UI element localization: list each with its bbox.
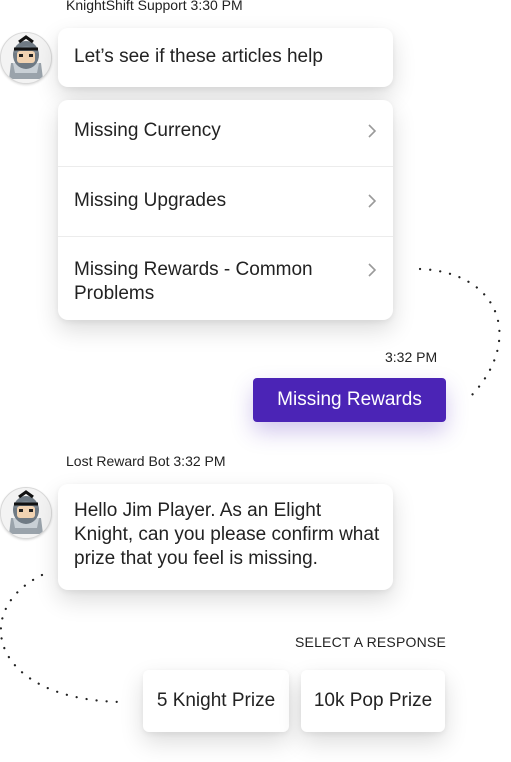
article-link-missing-currency[interactable]: Missing Currency <box>58 119 393 143</box>
articles-card: Missing Currency Missing Upgrades Missin… <box>58 100 393 320</box>
message-header-bot: Lost Reward Bot 3:32 PM <box>66 453 226 469</box>
message-time: 3:30 PM <box>190 0 243 13</box>
knight-avatar-icon <box>0 487 52 539</box>
support-message-text: Let’s see if these articles help <box>74 46 323 67</box>
article-divider <box>58 236 393 237</box>
message-header-support: KnightShift Support 3:30 PM <box>66 0 243 13</box>
article-label: Missing Currency <box>74 120 221 141</box>
message-time: 3:32 PM <box>173 453 226 469</box>
response-option-label: 5 Knight Prize <box>156 690 276 711</box>
response-option-10k-pop-prize[interactable]: 10k Pop Prize <box>301 670 445 732</box>
article-label: Missing Upgrades <box>74 190 227 211</box>
article-link-missing-rewards[interactable]: Missing Rewards - Common Problems <box>58 258 393 306</box>
sender-name: KnightShift Support <box>66 0 187 13</box>
user-message-text: Missing Rewards <box>277 389 422 410</box>
user-message-bubble: Missing Rewards <box>253 378 446 422</box>
article-link-missing-upgrades[interactable]: Missing Upgrades <box>58 189 393 213</box>
chevron-right-icon <box>368 263 377 277</box>
knight-avatar-icon <box>0 32 52 84</box>
bot-message-text: Hello Jim Player. As an Elight Knight, c… <box>74 500 380 569</box>
support-message-bubble: Let’s see if these articles help <box>58 28 393 87</box>
bot-message-bubble: Hello Jim Player. As an Elight Knight, c… <box>58 484 393 590</box>
response-option-5-knight-prize[interactable]: 5 Knight Prize <box>143 670 289 732</box>
article-label: Missing Rewards - Common Problems <box>74 259 313 304</box>
response-option-label: 10k Pop Prize <box>313 690 433 711</box>
user-message-time: 3:32 PM <box>385 349 438 365</box>
chevron-right-icon <box>368 124 377 138</box>
chevron-right-icon <box>368 194 377 208</box>
sender-name: Lost Reward Bot <box>66 453 170 469</box>
select-response-label: SELECT A RESPONSE <box>295 634 446 650</box>
article-divider <box>58 166 393 167</box>
